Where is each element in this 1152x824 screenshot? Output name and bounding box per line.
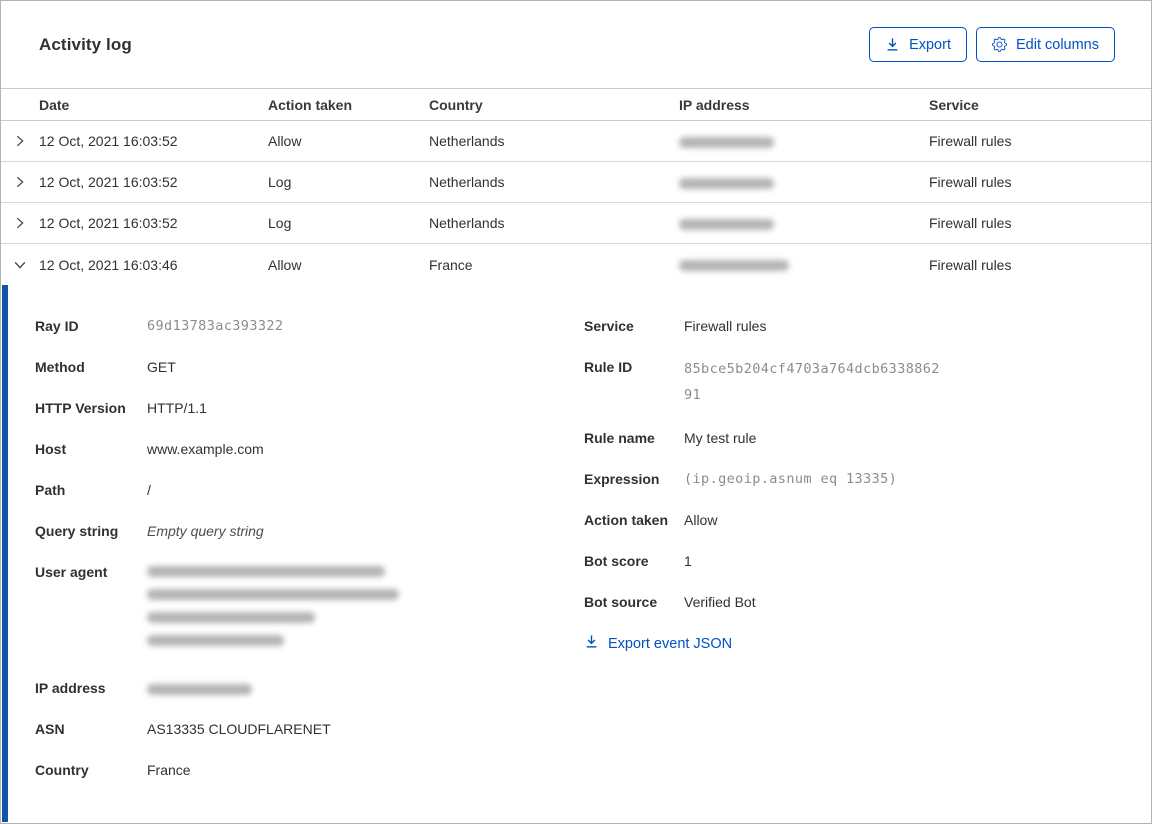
export-button[interactable]: Export — [869, 27, 967, 62]
detail-row-ip-address: IP address — [35, 677, 584, 699]
chevron-right-icon[interactable] — [1, 216, 39, 230]
details-right-column: Service Firewall rules Rule ID 85bce5b20… — [584, 315, 1114, 822]
download-icon — [885, 37, 900, 52]
table-row-expanded[interactable]: 12 Oct, 2021 16:03:46 Allow France Firew… — [1, 244, 1151, 285]
edit-columns-button[interactable]: Edit columns — [975, 27, 1115, 62]
row-country: Netherlands — [429, 215, 505, 231]
column-header-service: Service — [929, 96, 979, 113]
row-ip-redacted — [679, 215, 929, 231]
detail-row-country: Country France — [35, 759, 584, 781]
detail-row-bot-source: Bot source Verified Bot — [584, 591, 1114, 613]
row-country: France — [429, 256, 473, 273]
detail-row-bot-score: Bot score 1 — [584, 550, 1114, 572]
row-country: Netherlands — [429, 174, 505, 190]
detail-row-asn: ASN AS13335 CLOUDFLARENET — [35, 718, 584, 740]
action-taken-value: Allow — [684, 512, 718, 528]
method-value: GET — [147, 359, 176, 375]
chevron-right-icon[interactable] — [1, 175, 39, 189]
host-value: www.example.com — [147, 441, 264, 457]
gear-icon — [991, 37, 1007, 52]
detail-row-service: Service Firewall rules — [584, 315, 1114, 337]
row-action-taken: Log — [268, 215, 292, 231]
path-value: / — [147, 482, 151, 498]
country-value: France — [147, 762, 191, 778]
detail-row-path: Path / — [35, 479, 584, 501]
table-row[interactable]: 12 Oct, 2021 16:03:52 Log Netherlands Fi… — [1, 162, 1151, 203]
row-action-taken: Allow — [268, 256, 302, 273]
detail-row-user-agent: User agent — [35, 561, 584, 658]
asn-value: AS13335 CLOUDFLARENET — [147, 721, 331, 737]
rule-name-value: My test rule — [684, 430, 757, 446]
table-header: Date Action taken Country IP address Ser… — [1, 88, 1151, 121]
activity-log-panel: Activity log Export Edit columns Date Ac… — [0, 0, 1152, 824]
row-ip-redacted — [679, 133, 929, 149]
detail-row-expression: Expression (ip.geoip.asnum eq 13335) — [584, 468, 1114, 490]
row-service: Firewall rules — [929, 256, 1012, 273]
page-title: Activity log — [39, 34, 132, 54]
row-ip-redacted — [679, 174, 929, 190]
row-action-taken: Log — [268, 174, 292, 190]
details-left-column: Ray ID 69d13783ac393322 Method GET HTTP … — [35, 315, 584, 822]
detail-row-method: Method GET — [35, 356, 584, 378]
row-ip-redacted — [679, 257, 929, 273]
column-header-ip-address: IP address — [679, 96, 750, 113]
column-header-date: Date — [39, 96, 70, 113]
row-service: Firewall rules — [929, 174, 1012, 190]
detail-row-query-string: Query string Empty query string — [35, 520, 584, 542]
user-agent-redacted — [147, 561, 584, 658]
bot-source-value: Verified Bot — [684, 594, 756, 610]
detail-row-action-taken: Action taken Allow — [584, 509, 1114, 531]
download-icon — [584, 634, 599, 653]
detail-row-host: Host www.example.com — [35, 438, 584, 460]
table-row[interactable]: 12 Oct, 2021 16:03:52 Allow Netherlands … — [1, 121, 1151, 162]
row-action-taken: Allow — [268, 133, 302, 149]
ray-id-value: 69d13783ac393322 — [147, 318, 284, 334]
table-row[interactable]: 12 Oct, 2021 16:03:52 Log Netherlands Fi… — [1, 203, 1151, 244]
row-date: 12 Oct, 2021 16:03:52 — [39, 215, 178, 231]
query-string-value: Empty query string — [147, 523, 264, 539]
chevron-right-icon[interactable] — [1, 134, 39, 148]
row-date: 12 Oct, 2021 16:03:46 — [39, 256, 178, 273]
header: Activity log Export Edit columns — [1, 1, 1151, 88]
row-service: Firewall rules — [929, 215, 1012, 231]
ip-address-redacted — [147, 677, 584, 699]
event-details-panel: Ray ID 69d13783ac393322 Method GET HTTP … — [2, 285, 1150, 822]
chevron-down-icon[interactable] — [1, 258, 39, 272]
row-country: Netherlands — [429, 133, 505, 149]
column-header-action-taken: Action taken — [268, 96, 353, 113]
detail-row-http-version: HTTP Version HTTP/1.1 — [35, 397, 584, 419]
export-button-label: Export — [909, 36, 951, 53]
toolbar: Export Edit columns — [869, 27, 1115, 62]
row-date: 12 Oct, 2021 16:03:52 — [39, 174, 178, 190]
export-event-json-link[interactable]: Export event JSON — [584, 634, 732, 653]
export-event-json-label: Export event JSON — [608, 635, 733, 652]
edit-columns-button-label: Edit columns — [1015, 36, 1099, 53]
rule-id-value: 85bce5b204cf4703a764dcb633886291 — [684, 361, 940, 403]
detail-row-rule-name: Rule name My test rule — [584, 427, 1114, 449]
column-header-country: Country — [429, 96, 483, 113]
row-date: 12 Oct, 2021 16:03:52 — [39, 133, 178, 149]
http-version-value: HTTP/1.1 — [147, 400, 207, 416]
detail-row-rule-id: Rule ID 85bce5b204cf4703a764dcb633886291 — [584, 356, 1114, 408]
service-value: Firewall rules — [684, 318, 767, 334]
detail-row-ray-id: Ray ID 69d13783ac393322 — [35, 315, 584, 337]
expression-value: (ip.geoip.asnum eq 13335) — [684, 471, 898, 487]
bot-score-value: 1 — [684, 553, 692, 569]
row-service: Firewall rules — [929, 133, 1012, 149]
